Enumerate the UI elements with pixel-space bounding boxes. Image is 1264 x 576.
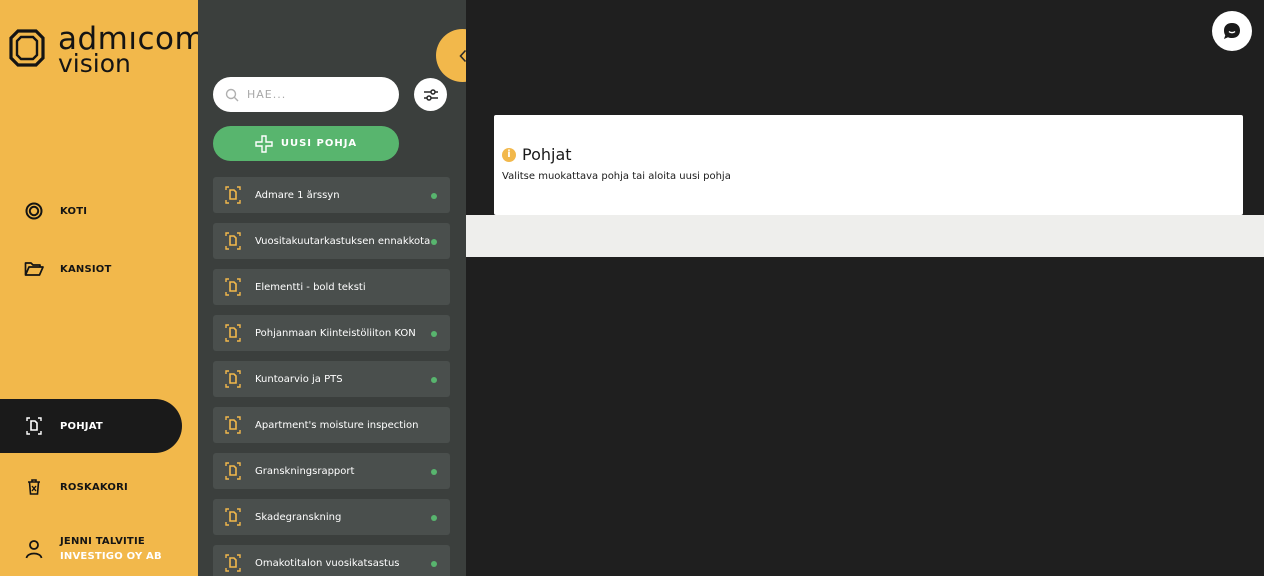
nav-item-user[interactable]: JENNI TALVITIE INVESTIGO OY AB [0,522,182,576]
template-list-item[interactable]: Admare 1 årssyn [213,177,450,213]
template-list-item[interactable]: Granskningsrapport [213,453,450,489]
template-label: Admare 1 årssyn [255,189,340,201]
template-list-item[interactable]: Skadegranskning [213,499,450,535]
template-list: Admare 1 årssyn Vuositakuutarkastuksen en… [213,177,450,576]
template-label: Omakotitalon vuosikatsastus [255,557,400,569]
template-label: Vuositakuutarkastuksen ennakkotarkastus [255,235,431,247]
status-dot [431,193,437,199]
nav-item-templates[interactable]: POHJAT [0,399,182,453]
page-subtitle: Valitse muokattava pohja tai aloita uusi… [502,171,731,182]
chat-button[interactable] [1212,11,1252,51]
nav-label-trash: ROSKAKORI [60,481,128,493]
template-icon [225,416,241,434]
home-icon [24,201,44,221]
template-label: Granskningsrapport [255,465,355,477]
admicom-logo-icon [9,29,45,67]
brand-logo[interactable]: admıcom vision [8,24,205,76]
template-label: Pohjanmaan Kiinteistöliiton KON [255,327,416,339]
app: admıcom vision KOTI KANSIOT POHJAT ROSKA… [0,0,1264,576]
search-input[interactable] [247,88,387,101]
page-title-text: Pohjat [522,145,572,164]
status-dot [431,239,437,245]
template-label: Elementti - bold teksti [255,281,366,293]
page-title: i Pohjat [502,145,1243,164]
template-icon [225,508,241,526]
template-list-item[interactable]: Apartment's moisture inspection [213,407,450,443]
templates-panel: UUSI POHJA Admare 1 årssyn Vuositakuutark… [198,0,466,576]
trash-icon [24,477,44,497]
status-dot [431,515,437,521]
user-icon [24,539,44,559]
template-icon [225,462,241,480]
template-label: Kuntoarvio ja PTS [255,373,343,385]
info-card: i Pohjat Valitse muokattava pohja tai al… [494,115,1243,215]
nav-item-trash[interactable]: ROSKAKORI [0,460,182,514]
chat-bubble-icon [1224,23,1240,39]
status-dot [431,377,437,383]
user-info: JENNI TALVITIE INVESTIGO OY AB [60,534,162,564]
status-dot [431,331,437,337]
template-list-item[interactable]: Omakotitalon vuosikatsastus [213,545,450,576]
template-icon [225,554,241,572]
user-name: JENNI TALVITIE [60,536,145,547]
template-icon [225,278,241,296]
content-footer-strip [466,215,1264,257]
template-list-item[interactable]: Kuntoarvio ja PTS [213,361,450,397]
status-dot [431,561,437,567]
nav-item-home[interactable]: KOTI [0,184,182,238]
brand-name: admıcom vision [58,24,205,77]
template-icon [225,324,241,342]
nav-label-templates: POHJAT [60,420,103,432]
filter-sliders-icon [423,88,438,101]
nav-label-home: KOTI [60,205,88,217]
folder-icon [24,259,44,279]
filter-button[interactable] [414,78,447,111]
plus-icon [255,134,273,153]
search-icon [225,88,239,101]
main-nav: admıcom vision KOTI KANSIOT POHJAT ROSKA… [0,0,205,576]
main-content: i Pohjat Valitse muokattava pohja tai al… [466,0,1264,576]
new-template-label: UUSI POHJA [280,138,358,149]
template-icon [24,416,44,436]
template-icon [225,186,241,204]
info-icon: i [502,147,516,162]
template-list-item[interactable]: Vuositakuutarkastuksen ennakkotarkastus [213,223,450,259]
new-template-button[interactable]: UUSI POHJA [213,126,399,161]
template-list-item[interactable]: Pohjanmaan Kiinteistöliiton KON [213,315,450,351]
template-label: Apartment's moisture inspection [255,419,419,431]
search-box[interactable] [213,77,399,112]
template-list-item[interactable]: Elementti - bold teksti [213,269,450,305]
nav-item-folders[interactable]: KANSIOT [0,242,182,296]
template-icon [225,370,241,388]
user-company: INVESTIGO OY AB [60,551,162,562]
template-icon [225,232,241,250]
status-dot [431,469,437,475]
nav-label-folders: KANSIOT [60,263,112,275]
template-label: Skadegranskning [255,511,342,523]
